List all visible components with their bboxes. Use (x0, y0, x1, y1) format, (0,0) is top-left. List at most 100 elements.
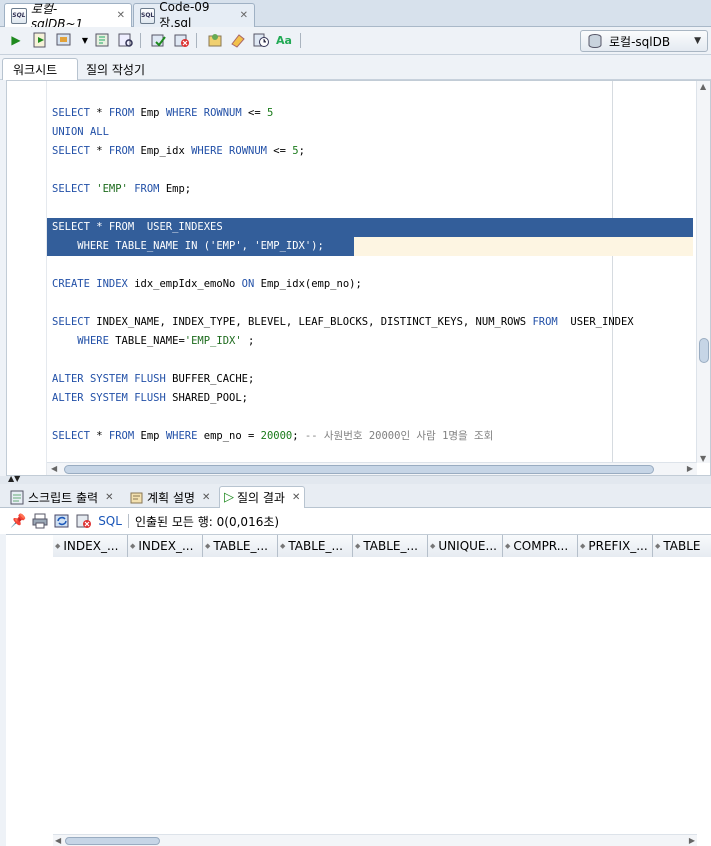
column-header[interactable]: ◆ INDEX_... (128, 535, 203, 557)
column-header[interactable]: ◆ TABLE (653, 535, 711, 557)
clear-eraser-icon[interactable] (229, 31, 247, 49)
explain-plan-icon[interactable] (93, 31, 111, 49)
code-line[interactable]: WHERE TABLE_NAME IN ('EMP', 'EMP_IDX'); (52, 237, 634, 256)
tab-worksheet-sqldb[interactable]: SQL 로컬-sqlDB~1 ✕ (4, 2, 132, 31)
column-header-label: UNIQUE... (438, 539, 497, 553)
scroll-left-icon[interactable]: ◀ (55, 836, 61, 845)
toolbar-separator (127, 514, 129, 528)
code-line[interactable] (52, 351, 634, 370)
scroll-right-icon[interactable]: ▶ (687, 464, 693, 473)
autotrace-icon[interactable] (55, 31, 73, 49)
scroll-down-icon[interactable]: ▼ (700, 454, 706, 463)
result-grid[interactable]: ◆ INDEX_... ◆ INDEX_... ◆ TABLE_... ◆ TABLE_...… (6, 534, 711, 846)
tab-code-file[interactable]: SQL Code-09장.sql ✕ (133, 0, 255, 30)
column-header-label: INDEX_... (63, 539, 119, 553)
close-icon[interactable]: ✕ (202, 492, 210, 503)
tab-query-builder[interactable]: 질의 작성기 (76, 58, 155, 80)
sql-file-icon: SQL (140, 7, 156, 24)
database-icon (588, 34, 602, 49)
scroll-right-icon[interactable]: ▶ (689, 836, 695, 845)
code-line[interactable]: ALTER SYSTEM FLUSH SHARED_POOL; (52, 389, 634, 408)
code-line[interactable]: SELECT * FROM Emp_idx WHERE ROWNUM <= 5; (52, 142, 634, 161)
code-line[interactable]: SELECT INDEX_NAME, INDEX_TYPE, BLEVEL, L… (52, 313, 634, 332)
code-line[interactable]: UNION ALL (52, 123, 634, 142)
code-line[interactable] (52, 199, 634, 218)
column-header-label: PREFIX_... (588, 539, 648, 553)
scroll-thumb[interactable] (699, 338, 709, 363)
column-header-label: TABLE_... (363, 539, 418, 553)
sort-icon: ◆ (655, 542, 661, 550)
close-icon[interactable]: ✕ (240, 10, 248, 21)
column-header[interactable]: ◆ UNIQUE... (428, 535, 503, 557)
code-line[interactable]: SELECT * FROM Emp WHERE emp_no = 20000; … (52, 427, 634, 446)
print-icon[interactable] (32, 513, 48, 529)
code-line[interactable]: ALTER SYSTEM FLUSH BUFFER_CACHE; (52, 370, 634, 389)
column-header[interactable]: ◆ TABLE_... (278, 535, 353, 557)
column-header[interactable]: ◆ COMPR... (503, 535, 578, 557)
pane-splitter[interactable]: ▲▼ (0, 474, 711, 484)
code-line[interactable] (52, 256, 634, 275)
chevron-down-icon[interactable]: ▼ (76, 31, 94, 49)
editor-vertical-scrollbar[interactable]: ▲ ▼ (696, 81, 710, 463)
column-header-label: INDEX_... (138, 539, 194, 553)
chevron-down-icon: ▼ (694, 36, 701, 46)
line-gutter (7, 81, 47, 475)
sql-editor[interactable]: SELECT * FROM Emp WHERE ROWNUM <= 5 UNION… (6, 80, 711, 476)
code-line[interactable]: SELECT 'EMP' FROM Emp; (52, 180, 634, 199)
explain-plan-icon (130, 492, 143, 503)
worksheet-subtab-bar: 워크시트 질의 작성기 (0, 55, 711, 80)
connection-label: 로컬-sqlDB (609, 34, 671, 49)
tab-label: 계획 설명 (147, 490, 195, 505)
run-script-icon[interactable] (31, 31, 49, 49)
scroll-left-icon[interactable]: ◀ (51, 464, 57, 473)
code-line[interactable]: SELECT * FROM Emp WHERE ROWNUM <= 5 (52, 104, 634, 123)
sort-icon: ◆ (280, 542, 286, 550)
code-line[interactable] (52, 161, 634, 180)
results-toolbar: 📌 SQL 인출된 모든 행: 0(0,016초) (0, 508, 711, 534)
column-header-label: COMPR... (513, 539, 569, 553)
tab-worksheet[interactable]: 워크시트 (2, 58, 78, 80)
grid-header: ◆ INDEX_... ◆ INDEX_... ◆ TABLE_... ◆ TABLE_...… (53, 535, 711, 557)
sort-icon: ◆ (430, 542, 436, 550)
code-line[interactable]: SELECT * FROM USER_INDEXES (52, 218, 634, 237)
commit-icon[interactable] (150, 31, 168, 49)
sql-worksheet-icon: SQL (11, 7, 27, 24)
sql-link[interactable]: SQL (98, 514, 122, 528)
column-header[interactable]: ◆ TABLE_... (203, 535, 278, 557)
code-line[interactable] (52, 294, 634, 313)
column-header[interactable]: ◆ TABLE_... (353, 535, 428, 557)
pin-icon[interactable]: 📌 (10, 514, 26, 529)
column-header[interactable]: ◆ INDEX_... (53, 535, 128, 557)
sort-icon: ◆ (55, 542, 61, 550)
scroll-thumb[interactable] (64, 465, 654, 474)
format-case-icon[interactable]: Aa (275, 31, 293, 49)
editor-horizontal-scrollbar[interactable]: ◀ ▶ (47, 462, 697, 475)
tab-label: 질의 결과 (237, 491, 285, 505)
scroll-up-icon[interactable]: ▲ (700, 82, 706, 91)
close-icon[interactable]: ✕ (117, 10, 125, 21)
run-statement-icon[interactable]: ▶ (7, 31, 25, 49)
tab-script-output[interactable]: 스크립트 출력 ✕ (6, 486, 117, 508)
code-line[interactable]: WHERE TABLE_NAME='EMP_IDX' ; (52, 332, 634, 351)
cancel-query-icon[interactable] (76, 513, 92, 529)
connection-select[interactable]: 로컬-sqlDB ▼ (580, 30, 708, 52)
code-area[interactable]: SELECT * FROM Emp WHERE ROWNUM <= 5 UNION… (52, 104, 634, 446)
rollback-icon[interactable] (173, 31, 191, 49)
grid-horizontal-scrollbar[interactable]: ◀ ▶ (53, 834, 697, 846)
sql-history-icon[interactable] (252, 31, 270, 49)
column-header[interactable]: ◆ PREFIX_... (578, 535, 653, 557)
collapse-arrows-icon[interactable]: ▲▼ (8, 474, 20, 483)
editor-toolbar: ▶ ▼ Aa 로컬-sqlDB ▼ (0, 27, 711, 55)
tab-explain-plan[interactable]: 계획 설명 ✕ (125, 486, 214, 508)
code-line[interactable] (52, 408, 634, 427)
close-icon[interactable]: ✕ (105, 492, 113, 503)
close-icon[interactable]: ✕ (292, 492, 300, 503)
script-output-icon (10, 490, 24, 504)
code-line[interactable]: CREATE INDEX idx_empIdx_emoNo ON Emp_idx… (52, 275, 634, 294)
refresh-icon[interactable] (54, 513, 70, 529)
unshared-sql-icon[interactable] (206, 31, 224, 49)
output-tab-bar: 스크립트 출력 ✕ 계획 설명 ✕ ▷ 질의 결과 ✕ (0, 484, 711, 508)
tab-query-result[interactable]: ▷ 질의 결과 ✕ (219, 486, 306, 508)
sql-tuning-icon[interactable] (117, 31, 135, 49)
scroll-thumb[interactable] (65, 837, 160, 845)
